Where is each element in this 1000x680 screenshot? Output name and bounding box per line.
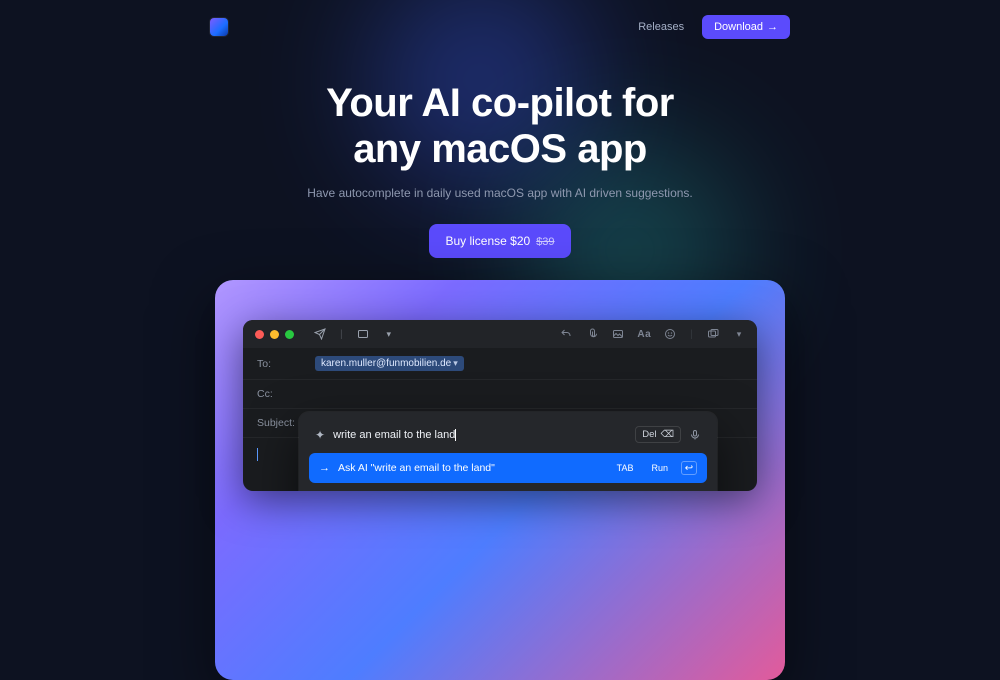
- header-format-icon[interactable]: [357, 328, 369, 340]
- photo-icon[interactable]: [612, 328, 624, 340]
- return-key-icon: ↩: [681, 461, 697, 475]
- cc-label: Cc:: [257, 388, 307, 400]
- recipient-chip[interactable]: karen.muller@funmobilien.de ▾: [315, 356, 464, 371]
- ai-popover-footer: Mail gpt-4o: [309, 483, 707, 491]
- attachment-icon[interactable]: [586, 328, 598, 340]
- mail-titlebar: | ▾ Aa |: [243, 320, 757, 348]
- cc-field-row[interactable]: Cc:: [243, 380, 757, 409]
- run-key-hint: Run: [646, 462, 673, 474]
- send-icon[interactable]: [314, 328, 326, 340]
- app-logo: [210, 18, 228, 36]
- hero-title: Your AI co-pilot for any macOS app: [0, 80, 1000, 172]
- hero-section: Your AI co-pilot for any macOS app Have …: [0, 80, 1000, 258]
- buy-license-strike-price: $39: [536, 236, 554, 248]
- microphone-icon[interactable]: [689, 429, 701, 441]
- hero-title-line1: Your AI co-pilot for: [326, 81, 674, 125]
- arrow-right-icon: →: [767, 21, 778, 33]
- ai-input-row[interactable]: ✦ write an email to the land Del ⌫: [309, 422, 707, 453]
- text-caret-icon: [257, 448, 258, 461]
- chevron-down-icon: ▾: [453, 358, 458, 369]
- ai-input-text[interactable]: write an email to the land: [333, 429, 627, 441]
- buy-license-label: Buy license $20: [445, 234, 530, 248]
- ai-popover: ✦ write an email to the land Del ⌫ → Ask…: [299, 412, 717, 491]
- text-caret-icon: [455, 429, 456, 441]
- arrow-right-icon: →: [319, 462, 330, 474]
- hero-title-line2: any macOS app: [353, 127, 647, 171]
- text-format-icon[interactable]: Aa: [638, 328, 650, 340]
- download-button[interactable]: Download →: [702, 15, 790, 39]
- buy-license-button[interactable]: Buy license $20 $39: [429, 224, 570, 258]
- traffic-lights[interactable]: [255, 330, 294, 339]
- media-browser-icon[interactable]: [707, 328, 719, 340]
- delete-key-button[interactable]: Del ⌫: [635, 426, 681, 443]
- to-field-row[interactable]: To: karen.muller@funmobilien.de ▾: [243, 348, 757, 380]
- hero-subtitle: Have autocomplete in daily used macOS ap…: [0, 186, 1000, 200]
- ai-suggestion-text: Ask AI "write an email to the land": [338, 462, 604, 474]
- maximize-icon[interactable]: [285, 330, 294, 339]
- mail-window: | ▾ Aa |: [243, 320, 757, 491]
- chevron-down-icon[interactable]: ▾: [733, 328, 745, 340]
- ai-suggestion-row[interactable]: → Ask AI "write an email to the land" TA…: [309, 453, 707, 483]
- showcase-frame: | ▾ Aa |: [215, 280, 785, 680]
- nav-releases-link[interactable]: Releases: [638, 21, 684, 33]
- to-label: To:: [257, 358, 307, 370]
- tab-key-hint: TAB: [612, 462, 639, 474]
- close-icon[interactable]: [255, 330, 264, 339]
- recipient-email: karen.muller@funmobilien.de: [321, 358, 451, 369]
- minimize-icon[interactable]: [270, 330, 279, 339]
- sparkle-icon: ✦: [315, 428, 325, 442]
- reply-icon[interactable]: [560, 328, 572, 340]
- emoji-icon[interactable]: [664, 328, 676, 340]
- chevron-down-icon[interactable]: ▾: [383, 328, 395, 340]
- backspace-icon: ⌫: [661, 429, 674, 440]
- site-header: Releases Download →: [0, 0, 1000, 40]
- download-button-label: Download: [714, 21, 763, 33]
